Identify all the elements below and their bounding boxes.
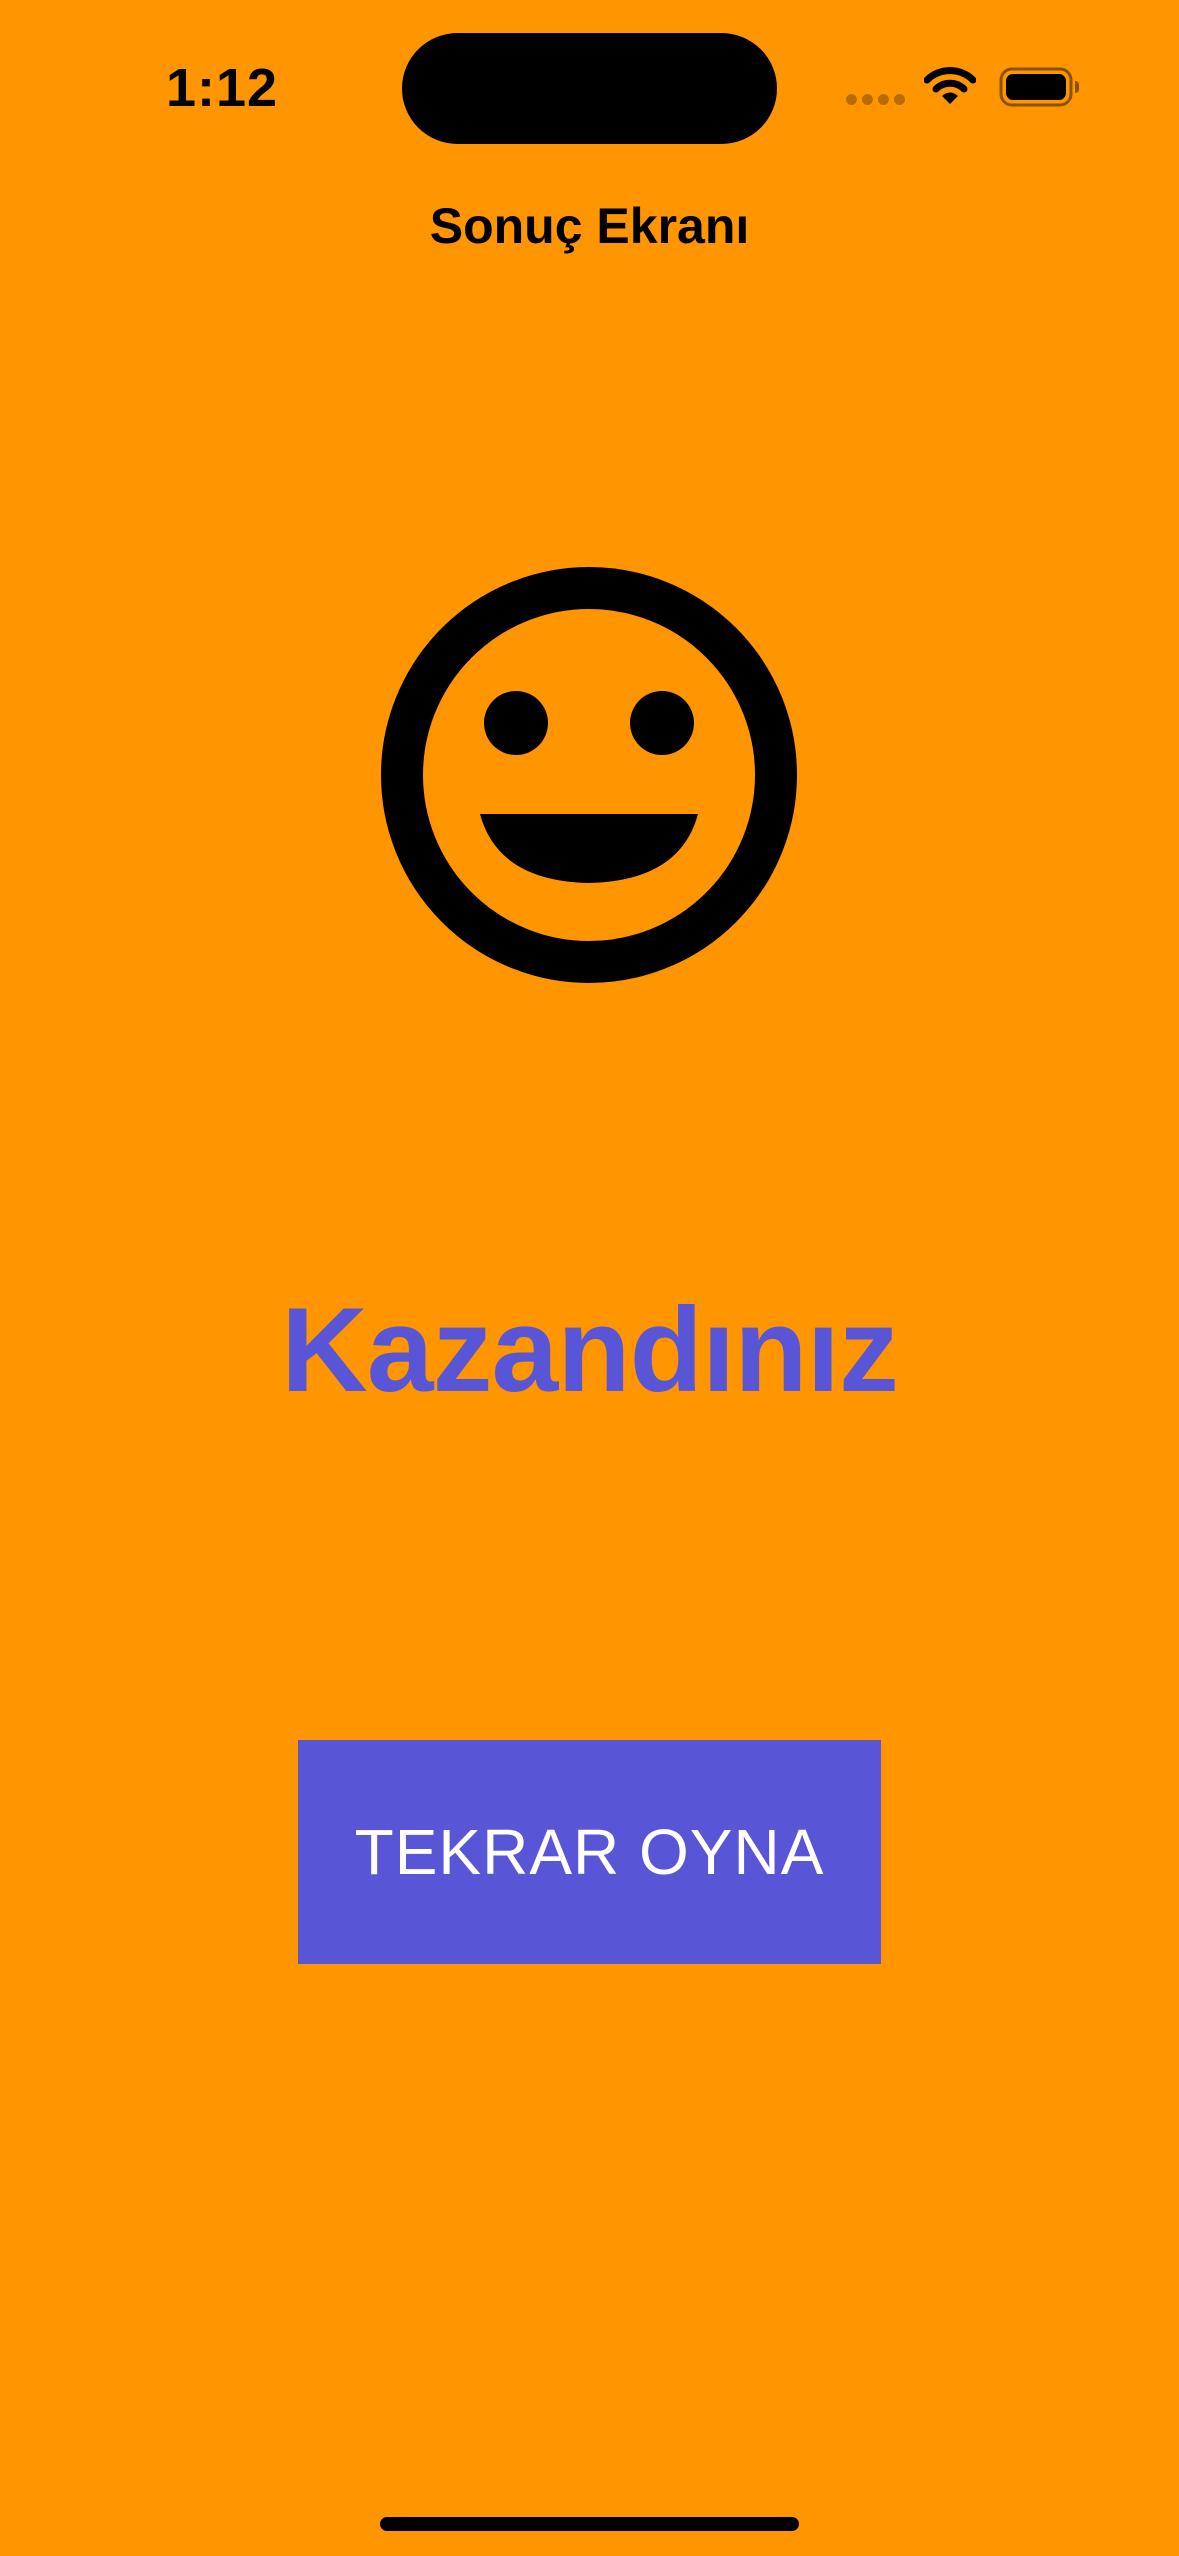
play-again-button[interactable]: TEKRAR OYNA	[298, 1740, 881, 1964]
wifi-icon	[924, 67, 976, 104]
cellular-dots-icon	[846, 94, 906, 106]
dynamic-island	[402, 33, 777, 144]
status-time: 1:12	[166, 58, 279, 118]
result-message: Kazandınız	[281, 1283, 899, 1417]
battery-icon	[999, 67, 1079, 107]
page-title: Sonuç Ekranı	[429, 198, 750, 254]
smiley-face-icon	[381, 567, 797, 983]
home-indicator[interactable]	[380, 2517, 799, 2531]
status-bar: 1:12	[0, 0, 1179, 150]
